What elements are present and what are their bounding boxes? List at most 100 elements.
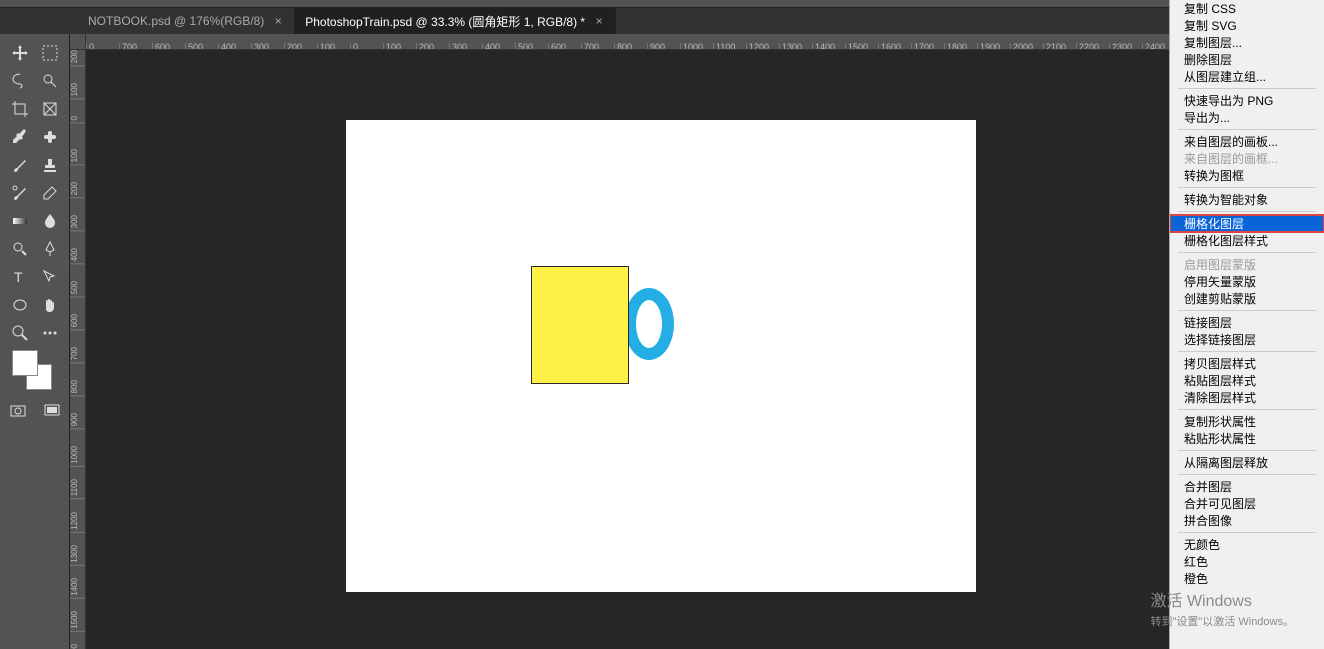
- ruler-tick: 500: [70, 281, 85, 297]
- ruler-tick: 1600: [878, 43, 901, 49]
- screen-mode-tool[interactable]: [40, 400, 64, 422]
- menu-item[interactable]: 复制 SVG: [1170, 17, 1324, 34]
- close-icon[interactable]: ×: [272, 15, 284, 27]
- menu-item[interactable]: 栅格化图层样式: [1170, 232, 1324, 249]
- ruler-tick: 1100: [70, 479, 85, 499]
- canvas-area: 0700600500400300200100010020030040050060…: [70, 34, 1199, 649]
- menu-item[interactable]: 拼合图像: [1170, 512, 1324, 529]
- ruler-tick: 700: [70, 347, 85, 363]
- gradient-tool[interactable]: [8, 210, 32, 232]
- close-icon[interactable]: ×: [593, 15, 605, 27]
- dodge-tool[interactable]: [8, 238, 32, 260]
- quick-select-tool[interactable]: [38, 70, 62, 92]
- path-select-tool[interactable]: [38, 266, 62, 288]
- svg-text:T: T: [14, 269, 23, 285]
- menu-item[interactable]: 快速导出为 PNG: [1170, 92, 1324, 109]
- ruler-tick: 2000: [1010, 43, 1033, 49]
- menu-item[interactable]: 转换为图框: [1170, 167, 1324, 184]
- ruler-tick: 300: [70, 215, 85, 231]
- menu-item[interactable]: 来自图层的画板...: [1170, 133, 1324, 150]
- ruler-tick: 1100: [713, 43, 735, 49]
- menu-item[interactable]: 无颜色: [1170, 536, 1324, 553]
- artboard[interactable]: [346, 120, 976, 592]
- menu-item[interactable]: 链接图层: [1170, 314, 1324, 331]
- menu-item[interactable]: 清除图层样式: [1170, 389, 1324, 406]
- menu-item[interactable]: 复制形状属性: [1170, 413, 1324, 430]
- ruler-tick: 1900: [977, 43, 1000, 49]
- shape-tool[interactable]: [8, 294, 32, 316]
- blur-tool[interactable]: [38, 210, 62, 232]
- frame-tool[interactable]: [38, 98, 62, 120]
- ruler-tick: 500: [515, 43, 533, 49]
- menu-item[interactable]: 复制图层...: [1170, 34, 1324, 51]
- color-swatches[interactable]: [12, 350, 52, 390]
- menu-item[interactable]: 停用矢量蒙版: [1170, 273, 1324, 290]
- foreground-color[interactable]: [12, 350, 38, 376]
- tab-label: NOTBOOK.psd @ 176%(RGB/8): [88, 14, 264, 28]
- ruler-tick: 0: [86, 43, 94, 49]
- menu-item[interactable]: 粘贴形状属性: [1170, 430, 1324, 447]
- document-tab[interactable]: NOTBOOK.psd @ 176%(RGB/8) ×: [78, 8, 295, 34]
- crop-tool[interactable]: [8, 98, 32, 120]
- menu-item[interactable]: 粘贴图层样式: [1170, 372, 1324, 389]
- menu-item[interactable]: 转换为智能对象: [1170, 191, 1324, 208]
- rounded-rectangle-shape[interactable]: [531, 266, 629, 384]
- horizontal-ruler[interactable]: 0700600500400300200100010020030040050060…: [86, 34, 1199, 50]
- ruler-tick: 400: [70, 248, 85, 264]
- lasso-tool[interactable]: [8, 70, 32, 92]
- menu-item: 启用图层蒙版: [1170, 256, 1324, 273]
- ruler-tick: 2100: [1043, 43, 1066, 49]
- menu-separator: [1178, 351, 1316, 352]
- menu-item[interactable]: 选择链接图层: [1170, 331, 1324, 348]
- vertical-ruler[interactable]: 2001000100200300400500600700800900100011…: [70, 50, 86, 649]
- ruler-tick: 400: [218, 43, 236, 49]
- pen-tool[interactable]: [38, 238, 62, 260]
- ruler-tick: 1400: [70, 578, 85, 599]
- menu-separator: [1178, 252, 1316, 253]
- zoom-tool[interactable]: [8, 322, 32, 344]
- ruler-tick: 2400: [1142, 43, 1165, 49]
- menu-item[interactable]: 从图层建立组...: [1170, 68, 1324, 85]
- menu-item[interactable]: 复制 CSS: [1170, 0, 1324, 17]
- ruler-tick: 1200: [70, 512, 85, 533]
- eyedropper-tool[interactable]: [8, 126, 32, 148]
- eraser-tool[interactable]: [38, 182, 62, 204]
- ruler-tick: 800: [614, 43, 632, 49]
- menu-item[interactable]: 合并可见图层: [1170, 495, 1324, 512]
- menu-item[interactable]: 拷贝图层样式: [1170, 355, 1324, 372]
- menu-bar: [0, 0, 1324, 8]
- move-tool[interactable]: [8, 42, 32, 64]
- menu-item[interactable]: 合并图层: [1170, 478, 1324, 495]
- menu-item[interactable]: 从隔离图层释放: [1170, 454, 1324, 471]
- menu-item[interactable]: 栅格化图层: [1170, 215, 1324, 232]
- menu-item[interactable]: 创建剪贴蒙版: [1170, 290, 1324, 307]
- menu-item[interactable]: 删除图层: [1170, 51, 1324, 68]
- menu-item[interactable]: 导出为...: [1170, 109, 1324, 126]
- ruler-tick: 100: [70, 83, 85, 99]
- ruler-tick: 1600: [70, 644, 85, 649]
- menu-separator: [1178, 450, 1316, 451]
- hand-tool[interactable]: [38, 294, 62, 316]
- marquee-tool[interactable]: [38, 42, 62, 64]
- menu-item[interactable]: 橙色: [1170, 570, 1324, 587]
- canvas-viewport[interactable]: [86, 50, 1199, 649]
- brush-tool[interactable]: [8, 154, 32, 176]
- ruler-tick: 1800: [944, 43, 967, 49]
- quick-mask-tool[interactable]: [6, 400, 30, 422]
- ruler-tick: 200: [70, 50, 85, 66]
- stamp-tool[interactable]: [38, 154, 62, 176]
- ruler-tick: 100: [383, 43, 401, 49]
- ruler-tick: 300: [251, 43, 269, 49]
- tool-panel: T: [0, 34, 70, 649]
- history-brush-tool[interactable]: [8, 182, 32, 204]
- ruler-origin[interactable]: [70, 34, 86, 50]
- healing-tool[interactable]: [38, 126, 62, 148]
- ruler-tick: 1500: [845, 43, 868, 49]
- menu-separator: [1178, 474, 1316, 475]
- menu-separator: [1178, 187, 1316, 188]
- menu-item[interactable]: 红色: [1170, 553, 1324, 570]
- document-tab[interactable]: PhotoshopTrain.psd @ 33.3% (圆角矩形 1, RGB/…: [295, 8, 616, 34]
- type-tool[interactable]: T: [8, 266, 32, 288]
- ellipse-shape[interactable]: [624, 288, 674, 360]
- edit-toolbar[interactable]: [38, 322, 62, 344]
